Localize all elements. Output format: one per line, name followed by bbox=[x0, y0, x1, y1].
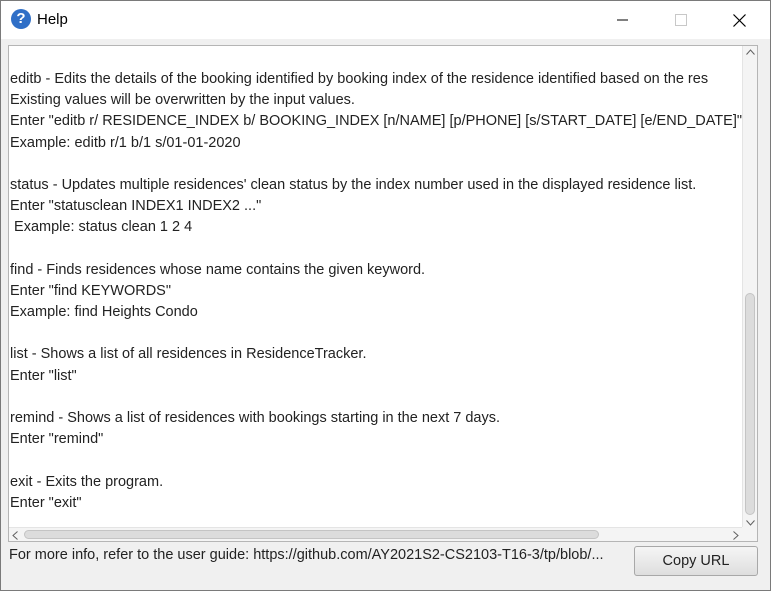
minimize-button[interactable] bbox=[594, 1, 652, 39]
help-text-line bbox=[10, 450, 742, 471]
scroll-up-arrow-icon[interactable] bbox=[746, 49, 755, 55]
close-icon bbox=[733, 14, 746, 27]
window-title: Help bbox=[37, 11, 68, 28]
help-text-area[interactable]: editb - Edits the details of the booking… bbox=[8, 45, 758, 542]
user-guide-info: For more info, refer to the user guide: … bbox=[9, 547, 604, 563]
help-text-line: Example: editb r/1 b/1 s/01-01-2020 bbox=[10, 134, 241, 151]
help-text-line: Enter "remind" bbox=[10, 431, 104, 448]
help-text-line bbox=[10, 154, 742, 175]
scrollbar-corner bbox=[742, 527, 757, 541]
help-text: editb - Edits the details of the booking… bbox=[9, 69, 742, 514]
help-text-line: exit - Exits the program. bbox=[10, 473, 164, 490]
help-text-line bbox=[10, 239, 742, 260]
help-text-line: status - Updates multiple residences' cl… bbox=[10, 176, 697, 193]
scroll-left-arrow-icon[interactable] bbox=[12, 531, 18, 540]
help-text-line: list - Shows a list of all residences in… bbox=[10, 346, 367, 363]
question-mark-icon: ? bbox=[11, 9, 31, 29]
help-text-viewport[interactable]: editb - Edits the details of the booking… bbox=[9, 46, 742, 529]
scroll-right-arrow-icon[interactable] bbox=[733, 531, 739, 540]
help-text-line: Enter "editb r/ RESIDENCE_INDEX b/ BOOKI… bbox=[10, 113, 742, 130]
minimize-icon bbox=[617, 19, 628, 21]
help-text-line: Example: status clean 1 2 4 bbox=[10, 219, 193, 236]
maximize-icon bbox=[675, 14, 687, 26]
vertical-scroll-thumb[interactable] bbox=[745, 293, 755, 515]
help-text-line: Enter "find KEYWORDS" bbox=[10, 282, 171, 299]
help-text-line: editb - Edits the details of the booking… bbox=[10, 71, 709, 87]
help-text-line: Enter "exit" bbox=[10, 494, 82, 511]
help-text-line: Enter "statusclean INDEX1 INDEX2 ..." bbox=[10, 198, 262, 215]
close-button[interactable] bbox=[710, 1, 768, 39]
copy-url-button[interactable]: Copy URL bbox=[634, 546, 758, 576]
scroll-down-arrow-icon[interactable] bbox=[746, 520, 755, 526]
maximize-button bbox=[652, 1, 710, 39]
help-text-line bbox=[10, 323, 742, 344]
help-text-line: Existing values will be overwritten by t… bbox=[10, 92, 355, 109]
horizontal-scrollbar[interactable] bbox=[9, 527, 742, 541]
vertical-scrollbar[interactable] bbox=[742, 46, 757, 529]
horizontal-scroll-thumb[interactable] bbox=[24, 530, 599, 539]
help-text-line: find - Finds residences whose name conta… bbox=[10, 261, 426, 278]
help-window: ? Help editb - Edits the details of the … bbox=[0, 0, 771, 591]
help-text-line: Enter "list" bbox=[10, 367, 77, 384]
help-text-line bbox=[10, 387, 742, 408]
help-text-line: Example: find Heights Condo bbox=[10, 304, 198, 321]
title-bar[interactable]: ? Help bbox=[1, 1, 770, 39]
help-text-line: remind - Shows a list of residences with… bbox=[10, 410, 501, 426]
